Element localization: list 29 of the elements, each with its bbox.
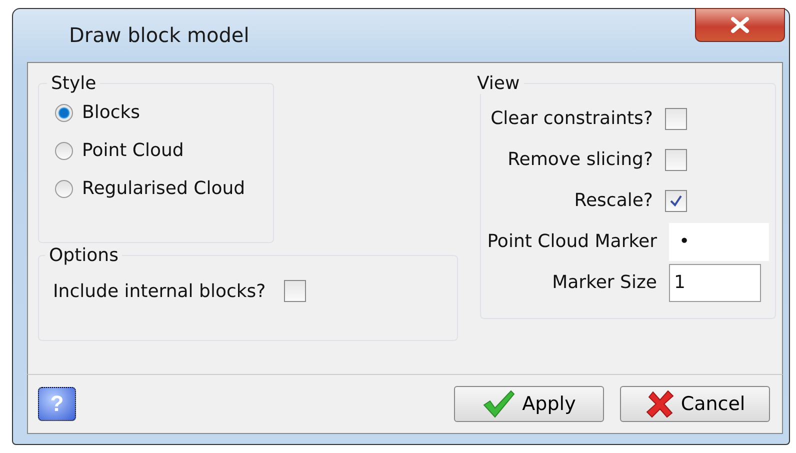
radio-button[interactable] <box>55 104 73 122</box>
input-field[interactable]: 1 <box>669 264 761 302</box>
radio-button[interactable] <box>55 180 73 198</box>
checkbox-label: Include internal blocks? <box>53 280 266 302</box>
close-button[interactable] <box>695 8 785 42</box>
window-title: Draw block model <box>69 23 250 47</box>
cancel-button[interactable]: Cancel <box>620 386 770 422</box>
checkbox[interactable] <box>665 148 687 170</box>
field-label: Marker Size <box>552 272 657 293</box>
group-title: Style <box>50 73 98 94</box>
checkmark-icon <box>482 389 516 419</box>
radio-label: Regularised Cloud <box>82 178 246 199</box>
radio-button[interactable] <box>55 142 73 160</box>
group-title: Options <box>48 245 120 266</box>
field-label: Rescale? <box>574 190 653 211</box>
apply-button[interactable]: Apply <box>454 386 604 422</box>
checkbox[interactable] <box>665 108 687 130</box>
close-icon <box>729 17 751 33</box>
field-label: Clear constraints? <box>490 108 653 129</box>
field-label: Remove slicing? <box>508 149 653 170</box>
field-label: Point Cloud Marker <box>487 231 657 252</box>
radio-label: Point Cloud <box>82 140 184 161</box>
cross-icon <box>644 389 675 419</box>
group-title: View <box>476 73 521 94</box>
radio-label: Blocks <box>82 102 140 123</box>
check-icon <box>669 194 683 208</box>
marker-field[interactable]: • <box>669 222 769 260</box>
checkbox[interactable] <box>284 280 306 302</box>
checkbox[interactable] <box>665 190 687 212</box>
